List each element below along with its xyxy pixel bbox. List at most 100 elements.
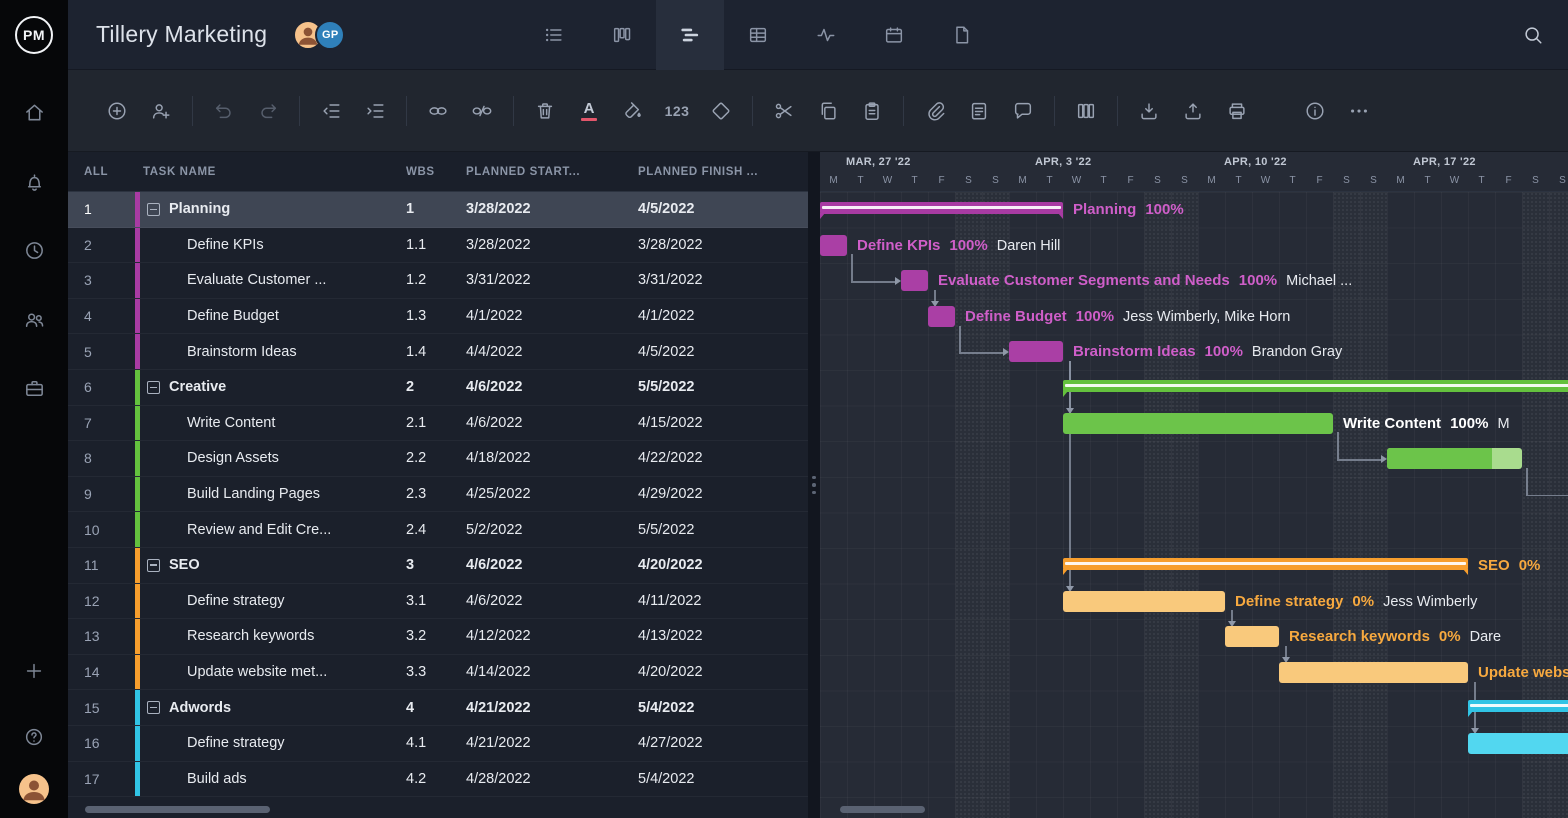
sidebar-item-portfolio[interactable] (0, 354, 68, 423)
app-logo[interactable]: PM (0, 0, 68, 70)
sidebar-item-timesheets[interactable] (0, 216, 68, 285)
gantt-summary-bar[interactable] (1063, 558, 1468, 570)
table-row[interactable]: 15Adwords44/21/20225/4/2022 (68, 690, 808, 726)
gantt-bar-label: SEO0% (1478, 555, 1540, 576)
sidebar-item-home[interactable] (0, 78, 68, 147)
column-header-all[interactable]: ALL (68, 166, 135, 178)
table-row[interactable]: 13Research keywords3.24/12/20224/13/2022 (68, 619, 808, 655)
gantt-task-bar[interactable] (1063, 413, 1333, 434)
unlink-tasks-button[interactable] (463, 92, 501, 130)
gantt-task-bar[interactable] (820, 235, 847, 256)
gantt-task-bar[interactable] (1279, 662, 1468, 683)
panel-splitter[interactable] (808, 152, 820, 818)
member-avatar-initials[interactable]: GP (315, 20, 345, 50)
comment-button[interactable] (1004, 92, 1042, 130)
font-color-button[interactable]: A (570, 92, 608, 130)
table-hscrollbar[interactable] (85, 806, 270, 813)
column-header-name[interactable]: TASK NAME (135, 166, 400, 178)
more-button[interactable] (1340, 92, 1378, 130)
summary-cap (1058, 213, 1063, 219)
table-row[interactable]: 4Define Budget1.34/1/20224/1/2022 (68, 299, 808, 335)
add-task-icon (106, 100, 128, 122)
assign-user-button[interactable] (142, 92, 180, 130)
gantt-summary-bar[interactable] (1468, 700, 1568, 712)
notes-button[interactable] (960, 92, 998, 130)
gantt-task-bar[interactable] (901, 270, 928, 291)
paste-button[interactable] (853, 92, 891, 130)
table-row[interactable]: 2Define KPIs1.13/28/20223/28/2022 (68, 228, 808, 264)
table-row[interactable]: 11SEO34/6/20224/20/2022 (68, 548, 808, 584)
columns-button[interactable] (1067, 92, 1105, 130)
link-tasks-button[interactable] (419, 92, 457, 130)
table-row[interactable]: 14Update website met...3.34/14/20224/20/… (68, 655, 808, 691)
task-name: SEO (169, 557, 200, 573)
table-row[interactable]: 6Creative24/6/20225/5/2022 (68, 370, 808, 406)
planned-start-cell: 3/31/2022 (460, 272, 632, 288)
import-button[interactable] (1130, 92, 1168, 130)
tab-calendar[interactable] (860, 0, 928, 70)
milestone-button[interactable] (702, 92, 740, 130)
gantt-task-bar[interactable] (1225, 626, 1279, 647)
planned-start-cell: 3/28/2022 (460, 201, 632, 217)
task-name-cell: Define KPIs (135, 228, 400, 263)
add-task-button[interactable] (98, 92, 136, 130)
fill-color-button[interactable] (614, 92, 652, 130)
collapse-toggle-icon[interactable] (147, 381, 160, 394)
gantt-task-bar[interactable] (1387, 448, 1522, 469)
redo-button[interactable] (249, 92, 287, 130)
gantt-task-bar[interactable] (1009, 341, 1063, 362)
tab-activity[interactable] (792, 0, 860, 70)
indent-button[interactable] (356, 92, 394, 130)
sidebar-item-help[interactable] (0, 704, 68, 770)
task-color-strip (135, 512, 140, 547)
tab-board[interactable] (588, 0, 656, 70)
view-docs-icon (951, 24, 973, 46)
export-button[interactable] (1174, 92, 1212, 130)
tab-list[interactable] (520, 0, 588, 70)
toolbar-group (86, 92, 192, 130)
delete-task-button[interactable] (526, 92, 564, 130)
copy-button[interactable] (809, 92, 847, 130)
tab-docs[interactable] (928, 0, 996, 70)
wbs-cell: 1 (400, 201, 460, 217)
gantt-task-bar[interactable] (1063, 591, 1225, 612)
table-row[interactable]: 9Build Landing Pages2.34/25/20224/29/202… (68, 477, 808, 513)
table-row[interactable]: 7Write Content2.14/6/20224/15/2022 (68, 406, 808, 442)
table-row[interactable]: 8Design Assets2.24/18/20224/22/2022 (68, 441, 808, 477)
member-avatars[interactable]: GP (293, 20, 345, 50)
gantt-summary-bar[interactable] (820, 202, 1063, 214)
gantt-summary-bar[interactable] (1063, 380, 1568, 392)
table-row[interactable]: 3Evaluate Customer ...1.23/31/20223/31/2… (68, 263, 808, 299)
outdent-button[interactable] (312, 92, 350, 130)
info-button[interactable] (1296, 92, 1334, 130)
table-row[interactable]: 10Review and Edit Cre...2.45/2/20225/5/2… (68, 512, 808, 548)
gantt-hscrollbar[interactable] (840, 806, 925, 813)
table-row[interactable]: 5Brainstorm Ideas1.44/4/20224/5/2022 (68, 334, 808, 370)
tab-sheet[interactable] (724, 0, 792, 70)
sidebar-item-team[interactable] (0, 285, 68, 354)
print-button[interactable] (1218, 92, 1256, 130)
table-row[interactable]: 17Build ads4.24/28/20225/4/2022 (68, 762, 808, 798)
gantt-task-bar[interactable] (1468, 733, 1568, 754)
sidebar-item-notifications[interactable] (0, 147, 68, 216)
table-row[interactable]: 1Planning13/28/20224/5/2022 (68, 192, 808, 228)
gantt-task-bar[interactable] (928, 306, 955, 327)
collapse-toggle-icon[interactable] (147, 701, 160, 714)
column-header-start[interactable]: PLANNED START... (460, 166, 632, 178)
user-avatar[interactable] (19, 774, 49, 804)
tab-gantt[interactable] (656, 0, 724, 70)
cut-button[interactable] (765, 92, 803, 130)
table-row[interactable]: 16Define strategy4.14/21/20224/27/2022 (68, 726, 808, 762)
numbers-button[interactable]: 123 (658, 92, 696, 130)
app-header: Tillery Marketing GP (68, 0, 1568, 70)
undo-button[interactable] (205, 92, 243, 130)
search-button[interactable] (1522, 24, 1544, 46)
paste-icon (861, 100, 883, 122)
column-header-finish[interactable]: PLANNED FINISH ... (632, 166, 808, 178)
collapse-toggle-icon[interactable] (147, 559, 160, 572)
sidebar-item-add[interactable] (0, 638, 68, 704)
attachment-button[interactable] (916, 92, 954, 130)
table-row[interactable]: 12Define strategy3.14/6/20224/11/2022 (68, 584, 808, 620)
collapse-toggle-icon[interactable] (147, 203, 160, 216)
column-header-wbs[interactable]: WBS (400, 166, 460, 178)
